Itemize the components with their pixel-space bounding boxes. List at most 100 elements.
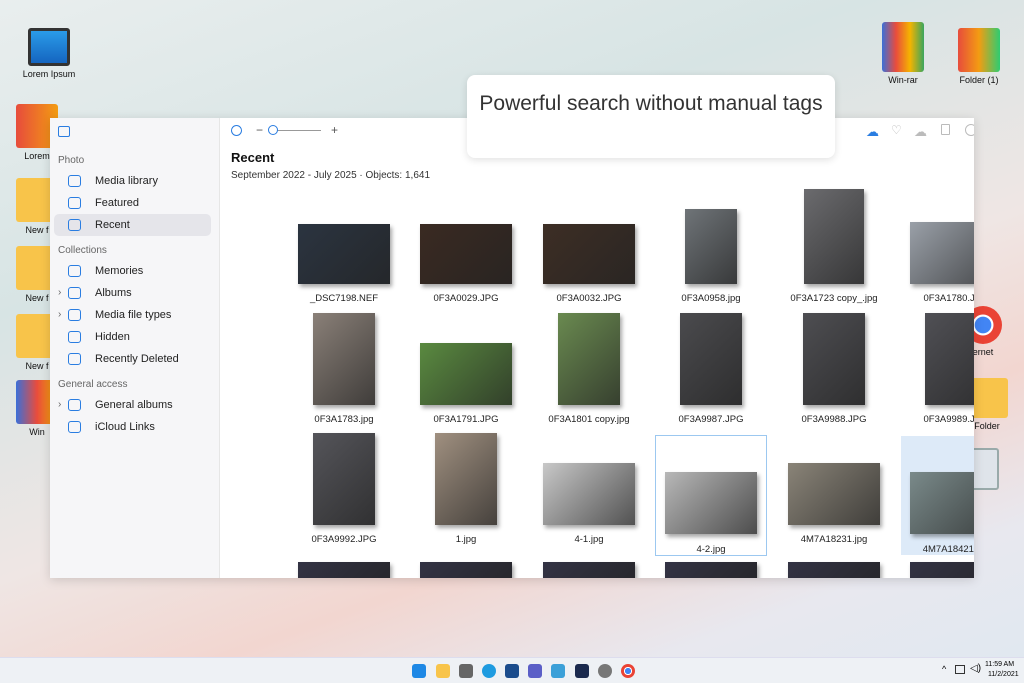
photo-thumbnail[interactable]: 0F3A0032.JPG	[534, 204, 644, 304]
photo-thumbnail[interactable]: 0F3A0029.JPG	[411, 204, 521, 304]
desktop-icon-label: Win	[29, 427, 45, 437]
zoom-out-button[interactable]: −	[256, 123, 263, 137]
teams-icon[interactable]	[528, 664, 542, 678]
photo-image	[910, 562, 974, 578]
photo-image	[420, 343, 512, 405]
maps-icon[interactable]	[551, 664, 565, 678]
more-icon[interactable]	[965, 124, 974, 136]
desktop-icon-winrar[interactable]: Win-rar	[868, 22, 938, 85]
photos-app-icon[interactable]	[575, 664, 589, 678]
sidebar-section-title: General access	[58, 379, 128, 390]
sidebar-item-label: Recently Deleted	[95, 353, 179, 365]
photo-thumbnail[interactable]: 4M7A18231.jpg	[779, 442, 889, 545]
store-icon[interactable]	[505, 664, 519, 678]
taskbar: ^ ◁) 11:59 AM 11/2/2021	[0, 657, 1024, 683]
file-explorer-icon[interactable]	[436, 664, 450, 678]
sidebar-item-media-library[interactable]: Media library	[54, 170, 211, 192]
chevron-right-icon[interactable]: ›	[58, 304, 61, 326]
photo-image	[558, 313, 620, 405]
photo-image	[788, 463, 880, 525]
heart-icon[interactable]: ♡	[891, 123, 902, 137]
photo-image	[435, 433, 497, 525]
photo-thumbnail[interactable]: 0F3A0958.jpg	[656, 204, 766, 304]
memories-icon	[68, 265, 81, 277]
desktop-icon-folder-binder[interactable]: Folder (1)	[944, 28, 1014, 85]
sidebar-toggle-icon[interactable]	[58, 126, 70, 137]
photo-thumbnail[interactable]: 0F3A1780.JPG	[901, 204, 974, 304]
photo-filename: 0F3A9988.JPG	[801, 414, 867, 425]
camera-icon[interactable]	[459, 664, 473, 678]
photo-thumbnail[interactable]: 0F3A9992.JPG	[289, 433, 399, 545]
photo-filename: 0F3A0958.jpg	[681, 293, 741, 304]
desktop-icon-label: New f	[25, 225, 49, 235]
photo-thumbnail[interactable]	[289, 562, 399, 578]
sidebar-item-label: Media file types	[95, 309, 172, 321]
hidden-icon	[68, 331, 81, 343]
trash-icon[interactable]	[941, 124, 950, 135]
zoom-in-button[interactable]: +	[331, 123, 338, 137]
photo-thumbnail[interactable]: 4M7A18421.jpg	[901, 436, 974, 555]
photo-thumbnail[interactable]: 0F3A9989.JPG	[901, 313, 974, 425]
desktop-icon-label: New f	[25, 361, 49, 371]
photo-filename: 0F3A0029.JPG	[433, 293, 499, 304]
photo-image	[925, 313, 974, 405]
sidebar-item-recent[interactable]: Recent	[54, 214, 211, 236]
photo-thumbnail[interactable]: 4-1.jpg	[534, 442, 644, 545]
desktop-icon-label: Folder (1)	[959, 75, 999, 85]
sidebar-item-featured[interactable]: Featured	[54, 192, 211, 214]
desktop-icon-lorem-ipsum[interactable]: Lorem Ipsum	[14, 28, 84, 79]
tray-chevron-icon[interactable]: ^	[942, 664, 946, 674]
photo-image	[298, 224, 390, 284]
clock-date[interactable]: 11/2/2021	[988, 671, 1019, 678]
sidebar-item-label: General albums	[95, 399, 173, 411]
photo-thumbnail[interactable]: 0F3A1723 copy_.jpg	[779, 189, 889, 304]
photo-image	[420, 562, 512, 578]
settings-icon[interactable]	[598, 664, 612, 678]
photo-thumbnail[interactable]	[411, 562, 521, 578]
photo-image	[298, 562, 390, 578]
photo-image	[543, 224, 635, 284]
general-albums-icon	[68, 399, 81, 411]
sidebar-section-title: Photo	[58, 155, 85, 166]
sidebar-item-hidden[interactable]: Hidden	[54, 326, 211, 348]
photo-thumbnail[interactable]	[779, 562, 889, 578]
photo-thumbnail[interactable]: _DSC7198.NEF	[289, 204, 399, 304]
sidebar-item-icloud-links[interactable]: iCloud Links	[54, 416, 211, 438]
sidebar-item-memories[interactable]: Memories	[54, 260, 211, 282]
photo-thumbnail[interactable]: 0F3A1783.jpg	[289, 313, 399, 425]
sidebar-item-general-albums[interactable]: › General albums	[54, 394, 211, 416]
main-pane: − + ☁ ♡ ☁ Recent September 2022 - July 2…	[221, 118, 974, 578]
photo-image	[543, 463, 635, 525]
photo-image	[804, 189, 864, 284]
sidebar-item-albums[interactable]: › Albums	[54, 282, 211, 304]
photo-thumbnail[interactable]	[901, 562, 974, 578]
auto-fit-icon[interactable]	[231, 125, 242, 136]
network-icon[interactable]	[955, 665, 965, 674]
photo-thumbnail[interactable]	[656, 562, 766, 578]
upload-cloud-icon[interactable]: ☁	[866, 124, 879, 140]
photo-thumbnail[interactable]: 4-2.jpg	[655, 435, 767, 556]
chrome-icon[interactable]	[621, 664, 635, 678]
sidebar-item-label: Memories	[95, 265, 144, 277]
media-file-types-icon	[68, 309, 81, 321]
photo-thumbnail[interactable]	[534, 562, 644, 578]
sidebar-item-media-file-types[interactable]: › Media file types	[54, 304, 211, 326]
photo-thumbnail[interactable]: 1.jpg	[411, 433, 521, 545]
download-cloud-icon[interactable]: ☁	[914, 124, 927, 140]
recent-icon	[68, 219, 81, 231]
zoom-slider-thumb[interactable]	[268, 125, 278, 135]
photo-filename: 4-2.jpg	[696, 544, 726, 555]
photo-thumbnail[interactable]: 0F3A9988.JPG	[779, 313, 889, 425]
desktop-icon-label: Folder	[974, 421, 1000, 431]
edge-icon[interactable]	[482, 664, 496, 678]
sidebar-item-label: Hidden	[95, 331, 130, 343]
clock-time[interactable]: 11:59 AM	[985, 661, 1014, 668]
chevron-right-icon[interactable]: ›	[58, 282, 61, 304]
chevron-right-icon[interactable]: ›	[58, 394, 61, 416]
photo-thumbnail[interactable]: 0F3A9987.JPG	[656, 313, 766, 425]
photo-thumbnail[interactable]: 0F3A1791.JPG	[411, 322, 521, 425]
photo-thumbnail[interactable]: 0F3A1801 copy.jpg	[534, 313, 644, 425]
sidebar-item-recently-deleted[interactable]: Recently Deleted	[54, 348, 211, 370]
volume-icon[interactable]: ◁)	[970, 663, 981, 674]
start-icon[interactable]	[412, 664, 426, 678]
